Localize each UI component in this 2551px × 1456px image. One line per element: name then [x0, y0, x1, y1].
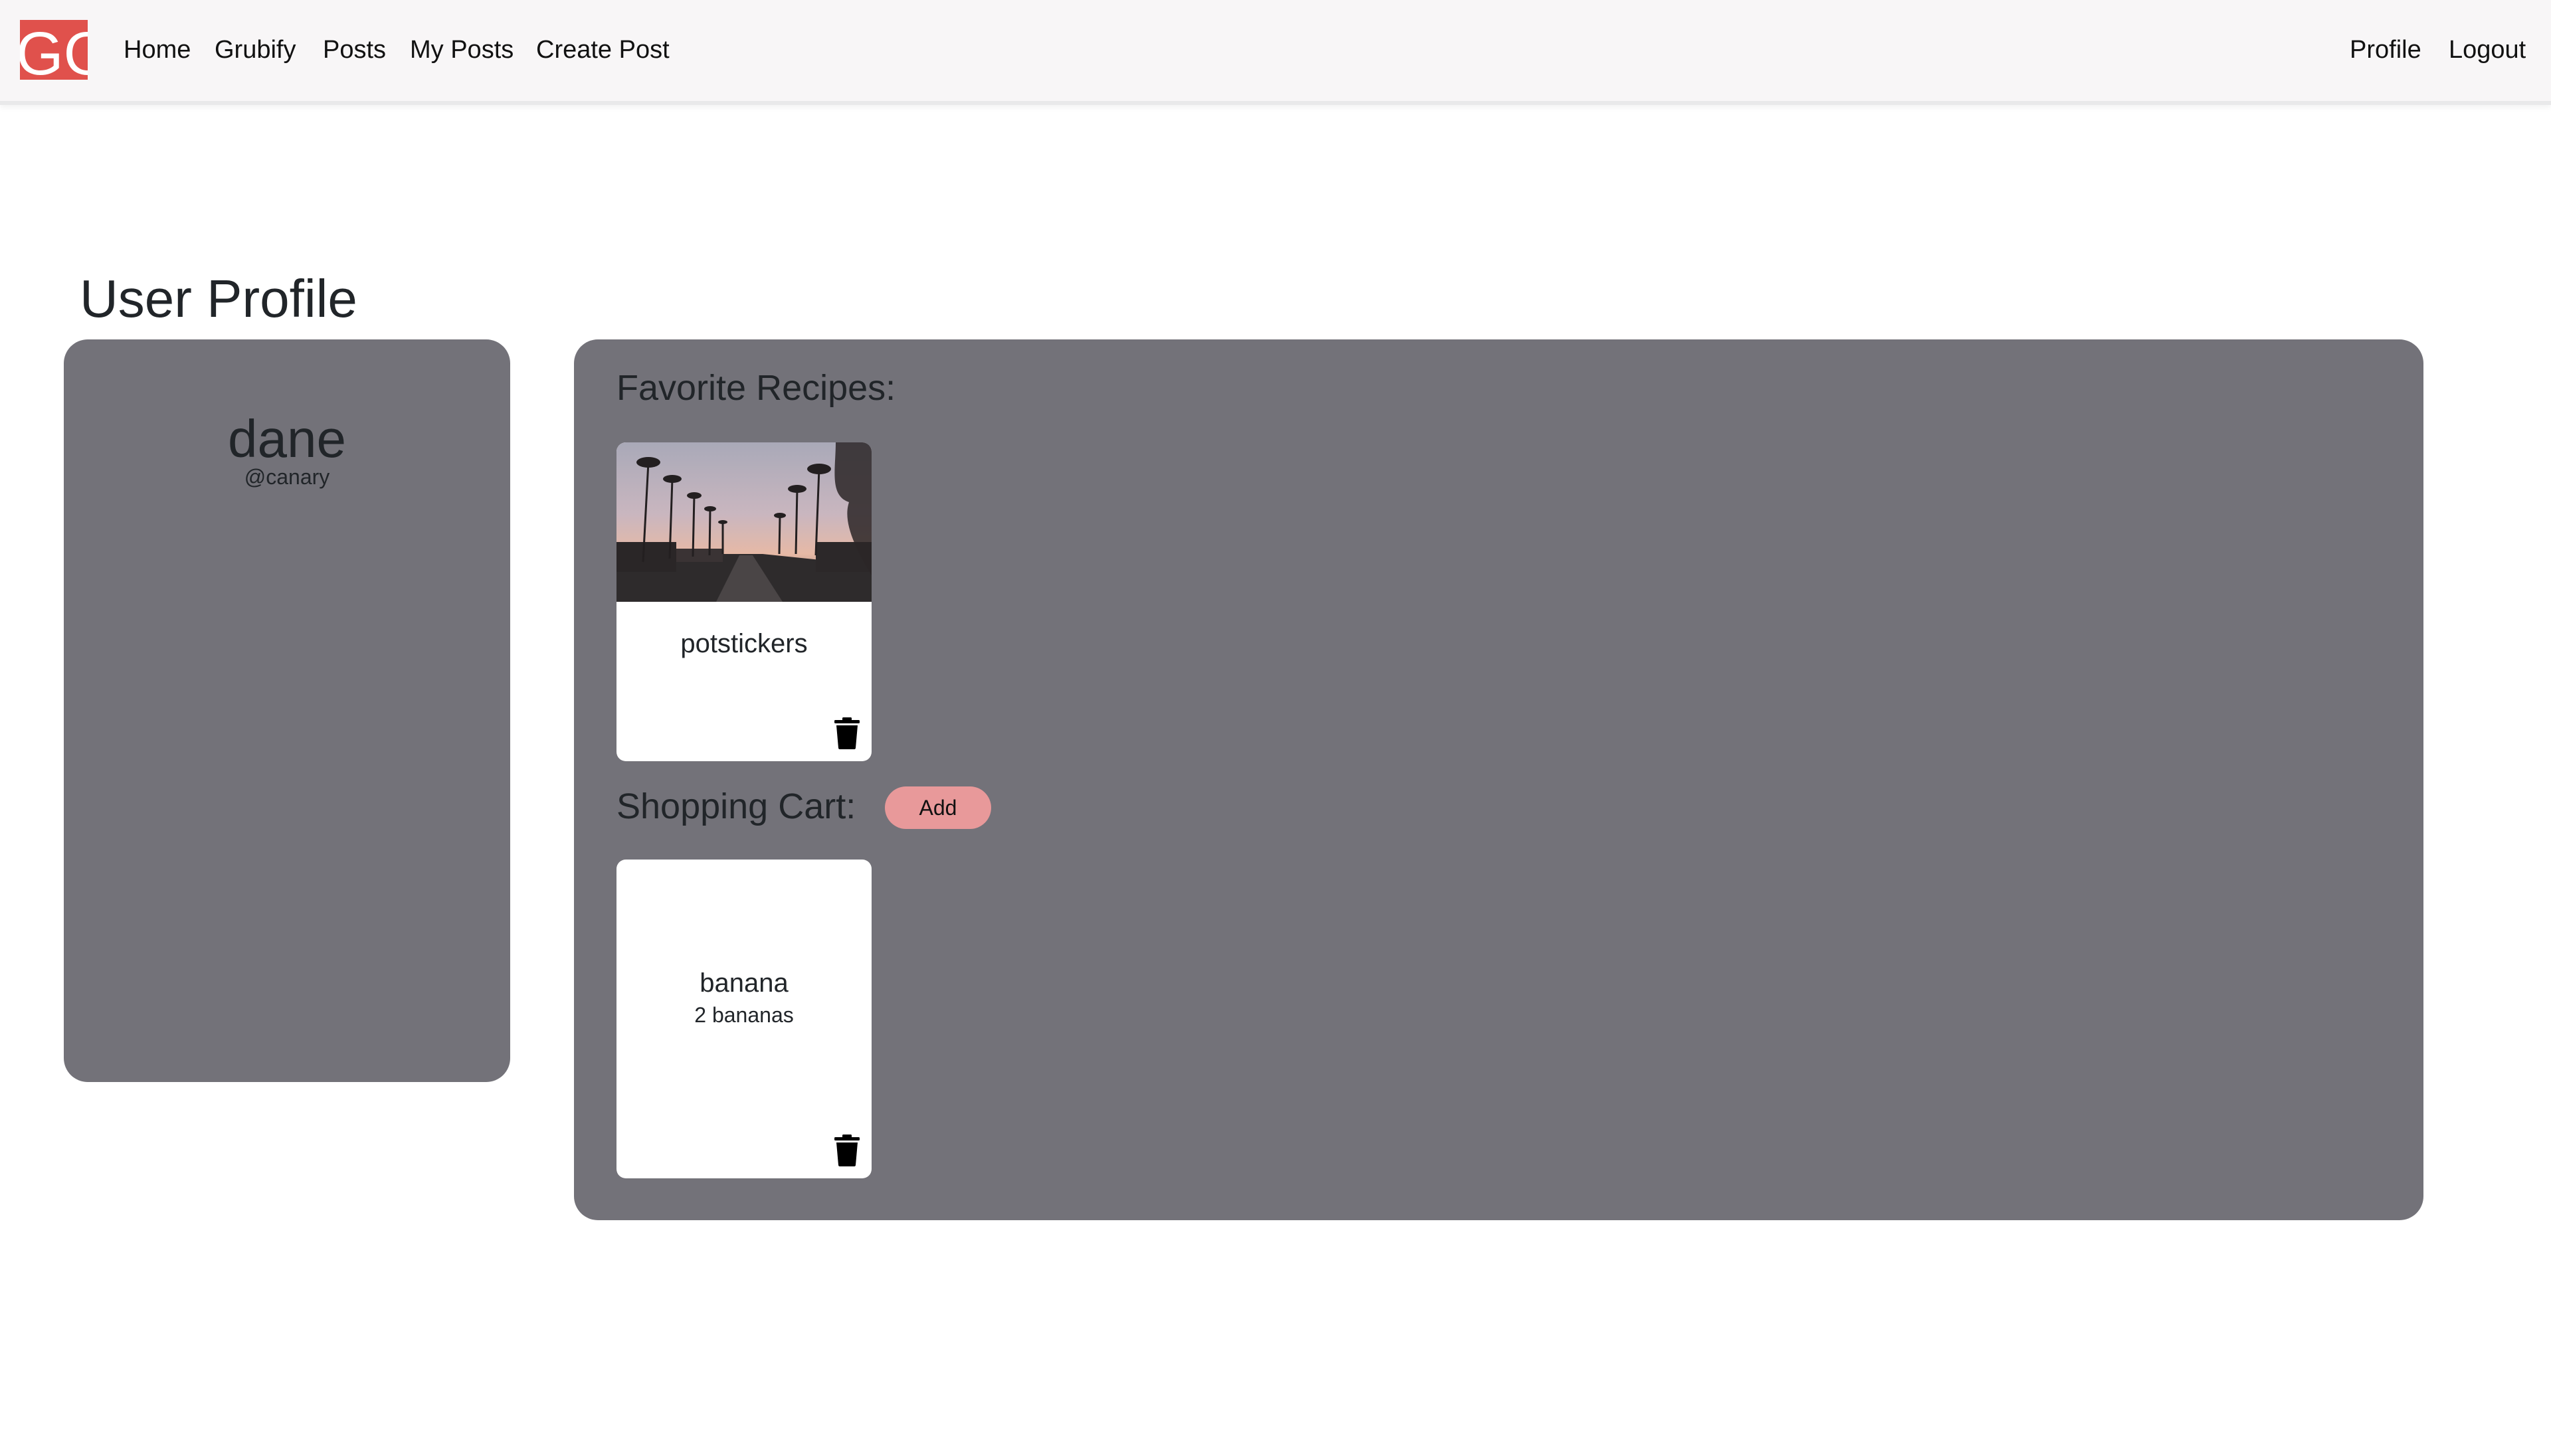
- trash-icon[interactable]: [834, 717, 860, 749]
- cart-item-title: banana: [700, 968, 789, 998]
- nav-profile-link[interactable]: Profile: [2350, 33, 2421, 66]
- favorite-recipes-heading: Favorite Recipes:: [616, 368, 896, 408]
- page-title: User Profile: [80, 269, 357, 328]
- gg-logo[interactable]: GG: [20, 20, 88, 80]
- nav-home-link[interactable]: Home: [124, 33, 191, 66]
- nav-create-post-link[interactable]: Create Post: [536, 33, 670, 66]
- recipe-image: [616, 442, 872, 602]
- recipe-title: potstickers: [680, 629, 808, 658]
- profile-handle: @canary: [244, 465, 330, 489]
- top-navbar: GG Home Grubify Posts My Posts Create Po…: [0, 0, 2551, 105]
- add-cart-item-button[interactable]: Add: [885, 786, 991, 829]
- cart-item-card[interactable]: banana 2 bananas: [616, 860, 872, 1178]
- cart-item-quantity: 2 bananas: [694, 1003, 794, 1027]
- nav-logout-link[interactable]: Logout: [2449, 33, 2526, 66]
- nav-grubify-link[interactable]: Grubify: [215, 33, 296, 66]
- profile-content-panel: Favorite Recipes: potstickers Shopping C…: [574, 339, 2423, 1220]
- profile-card: dane @canary: [64, 339, 510, 1082]
- nav-posts-link[interactable]: Posts: [323, 33, 386, 66]
- nav-my-posts-link[interactable]: My Posts: [410, 33, 514, 66]
- shopping-cart-heading: Shopping Cart:: [616, 786, 856, 826]
- svg-text:GG: GG: [20, 20, 88, 80]
- recipe-card[interactable]: potstickers: [616, 442, 872, 761]
- trash-icon[interactable]: [834, 1135, 860, 1166]
